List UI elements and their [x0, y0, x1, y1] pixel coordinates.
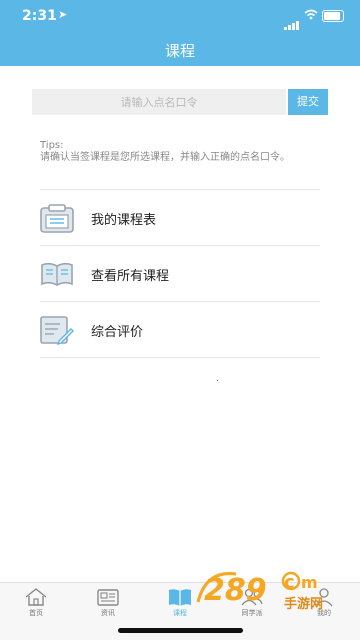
news-icon — [97, 589, 119, 606]
submit-button[interactable]: 提交 — [288, 89, 328, 115]
tab-home[interactable]: 首页 — [0, 583, 72, 623]
page-title: 课程 — [164, 42, 195, 60]
code-form: 提交 — [32, 89, 328, 115]
home-indicator — [118, 628, 243, 633]
signal-icon — [284, 11, 300, 30]
book-icon — [41, 262, 73, 286]
tab-label: 资讯 — [101, 609, 115, 617]
watermark-logo: 289 c m 手游网 — [196, 571, 323, 612]
menu-item-label: 综合评价 — [91, 325, 144, 340]
tab-label: 首页 — [29, 609, 43, 617]
location-arrow-icon: ➤ — [58, 8, 68, 21]
home-icon — [25, 588, 47, 606]
header-bar: 2:31 ➤ 课程 — [0, 0, 360, 66]
menu-item-all-courses[interactable]: 查看所有课程 — [40, 246, 320, 302]
tab-news[interactable]: 资讯 — [72, 583, 144, 623]
svg-text:289: 289 — [204, 573, 267, 608]
status-time: 2:31 — [22, 8, 57, 24]
svg-text:c: c — [284, 572, 295, 593]
battery-icon — [322, 10, 344, 22]
tips-text: 请确认当签课程是您所选课程，并输入正确的点名口令。 — [40, 152, 290, 163]
svg-text:m: m — [301, 573, 318, 592]
course-menu: 我的课程表 查看所有课程 综合评价 — [40, 189, 320, 358]
status-bar: 2:31 ➤ — [0, 0, 360, 30]
schedule-icon — [40, 204, 74, 233]
code-input[interactable] — [32, 89, 286, 115]
menu-item-label: 查看所有课程 — [91, 269, 170, 284]
wifi-icon — [304, 9, 318, 20]
tips-heading: Tips: — [40, 140, 64, 151]
menu-item-label: 我的课程表 — [91, 213, 157, 228]
menu-item-schedule[interactable]: 我的课程表 — [40, 190, 320, 246]
tips-block: Tips: 请确认当签课程是您所选课程，并输入正确的点名口令。 — [40, 140, 322, 164]
book-icon — [169, 589, 191, 606]
svg-text:手游网: 手游网 — [284, 596, 323, 612]
edit-icon — [40, 316, 74, 345]
menu-item-evaluation[interactable]: 综合评价 — [40, 302, 320, 358]
stray-dot — [217, 380, 218, 381]
